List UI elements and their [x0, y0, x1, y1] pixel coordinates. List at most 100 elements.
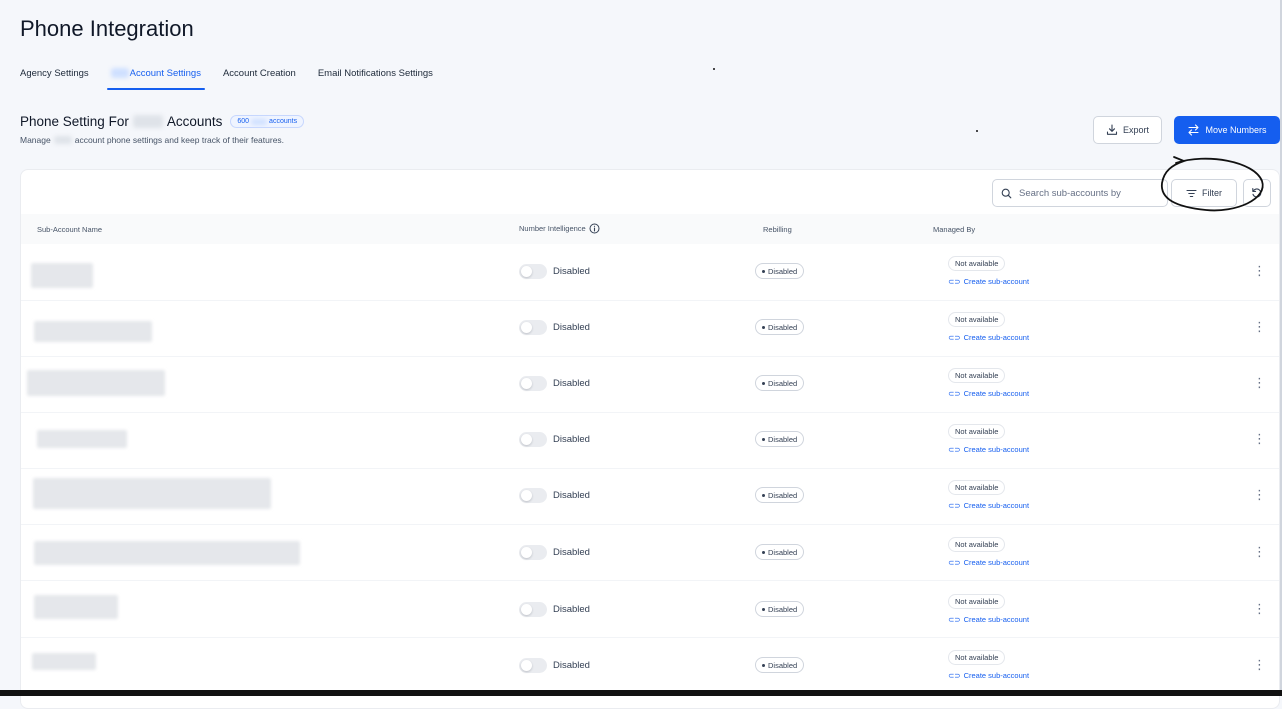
header-sub-account-name[interactable]: Sub-Account Name [37, 225, 102, 234]
status-dot [762, 437, 765, 441]
search-input[interactable] [1017, 186, 1151, 200]
redacted-account-name [34, 595, 118, 619]
create-sub-account-link[interactable]: ⊂⊃ Create sub-account [948, 333, 1029, 342]
section-subtitle: Manage account phone settings and keep t… [20, 135, 284, 145]
badge-text: Disabled [768, 547, 798, 557]
kebab-menu-icon[interactable]: ⋮ [1253, 432, 1266, 445]
move-numbers-button[interactable]: Move Numbers [1174, 116, 1280, 144]
rebilling-status-badge: Disabled [755, 657, 805, 673]
number-intelligence-toggle[interactable] [519, 320, 547, 335]
section-title-suffix: Accounts [166, 114, 223, 129]
link-label: Create sub-account [963, 333, 1030, 342]
toggle-label: Disabled [553, 378, 590, 389]
managed-by-badge: Not available [948, 537, 1006, 552]
link-label: Create sub-account [963, 671, 1030, 680]
tab-account-settings[interactable]: Account Settings [106, 60, 206, 90]
number-intelligence-toggle[interactable] [519, 545, 547, 560]
kebab-menu-icon[interactable]: ⋮ [1253, 545, 1266, 558]
toggle-label: Disabled [553, 660, 590, 671]
table-row[interactable]: Disabled Disabled Not available ⊂⊃ Create… [21, 300, 1279, 357]
create-sub-account-link[interactable]: ⊂⊃ Create sub-account [948, 389, 1029, 398]
sub-accounts-table-card: Filter Sub-Account Name Number Intellige… [20, 156, 1280, 709]
accounts-count-badge: 600 accounts [230, 115, 305, 128]
redacted-text [110, 68, 129, 79]
number-intelligence-toggle[interactable] [519, 264, 547, 279]
number-intelligence-toggle[interactable] [519, 376, 547, 391]
status-dot [762, 493, 765, 497]
search-box[interactable] [992, 179, 1168, 207]
table-row[interactable]: Disabled Disabled Not available ⊂⊃ Create… [21, 412, 1279, 469]
table-row[interactable]: Disabled Disabled Not available ⊂⊃ Create… [21, 581, 1279, 638]
kebab-menu-icon[interactable]: ⋮ [1253, 320, 1266, 333]
badge-text: Disabled [768, 660, 798, 670]
table-row[interactable]: Disabled Disabled Not available ⊂⊃ Create… [21, 468, 1279, 525]
subtitle-prefix: Manage [20, 135, 51, 145]
header-number-intelligence[interactable]: Number Intelligence [519, 223, 600, 234]
table-row[interactable]: Disabled Disabled Not available ⊂⊃ Create… [21, 356, 1279, 413]
create-sub-account-link[interactable]: ⊂⊃ Create sub-account [948, 671, 1029, 680]
table-row[interactable]: Disabled Disabled Not available ⊂⊃ Create… [21, 524, 1279, 581]
number-intelligence-toggle[interactable] [519, 488, 547, 503]
create-sub-account-link[interactable]: ⊂⊃ Create sub-account [948, 558, 1029, 567]
badge-text: Disabled [768, 378, 798, 388]
toggle-label: Disabled [553, 547, 590, 558]
create-sub-account-link[interactable]: ⊂⊃ Create sub-account [948, 615, 1029, 624]
kebab-menu-icon[interactable]: ⋮ [1253, 264, 1266, 277]
managed-by-badge: Not available [948, 594, 1006, 609]
move-numbers-label: Move Numbers [1205, 125, 1267, 135]
link-label: Create sub-account [963, 445, 1030, 454]
tab-agency-settings[interactable]: Agency Settings [20, 60, 89, 90]
tab-email-notifications[interactable]: Email Notifications Settings [318, 60, 433, 90]
table-row[interactable]: Disabled Disabled Not available ⊂⊃ Create… [21, 244, 1279, 301]
settings-tabs: Agency Settings Account Settings Account… [20, 60, 455, 90]
redacted-text [132, 115, 163, 128]
phone-integration-page: Phone Integration Agency Settings Accoun… [0, 0, 1282, 709]
table-row[interactable]: Disabled Disabled Not available ⊂⊃ Create… [21, 637, 1279, 694]
badge-text: Disabled [768, 322, 798, 332]
status-dot [762, 663, 765, 667]
redacted-text [251, 118, 268, 125]
stray-dot [976, 130, 978, 132]
create-sub-account-link[interactable]: ⊂⊃ Create sub-account [948, 445, 1029, 454]
link-label: Create sub-account [963, 501, 1030, 510]
number-intelligence-toggle[interactable] [519, 602, 547, 617]
tab-account-creation[interactable]: Account Creation [223, 60, 296, 90]
kebab-menu-icon[interactable]: ⋮ [1253, 488, 1266, 501]
header-managed-by[interactable]: Managed By [933, 225, 975, 234]
link-icon: ⊂⊃ [948, 501, 961, 510]
link-icon: ⊂⊃ [948, 558, 961, 567]
managed-by-badge: Not available [948, 368, 1006, 383]
section-title-prefix: Phone Setting For [20, 114, 129, 129]
redacted-account-name [31, 263, 93, 288]
badge-text: Disabled [768, 604, 798, 614]
status-dot [762, 381, 765, 385]
redacted-account-name [34, 321, 152, 342]
header-rebilling[interactable]: Rebilling [763, 225, 792, 234]
number-intelligence-toggle[interactable] [519, 432, 547, 447]
number-intelligence-toggle[interactable] [519, 658, 547, 673]
redacted-account-name [32, 653, 96, 670]
export-button[interactable]: Export [1093, 116, 1162, 144]
link-icon: ⊂⊃ [948, 615, 961, 624]
subtitle-suffix: account phone settings and keep track of… [74, 135, 285, 145]
tab-label: Account Settings [129, 68, 201, 79]
stray-dot [713, 68, 715, 70]
managed-by-badge: Not available [948, 480, 1006, 495]
rebilling-status-badge: Disabled [755, 487, 805, 503]
redacted-account-name [37, 430, 127, 448]
link-icon: ⊂⊃ [948, 389, 961, 398]
create-sub-account-link[interactable]: ⊂⊃ Create sub-account [948, 277, 1029, 286]
header-label: Rebilling [763, 225, 792, 234]
redacted-text [53, 136, 72, 144]
table-header-row: Sub-Account Name Number Intelligence Reb… [21, 214, 1279, 244]
kebab-menu-icon[interactable]: ⋮ [1253, 602, 1266, 615]
info-icon[interactable] [589, 223, 600, 234]
search-icon [1001, 188, 1012, 198]
create-sub-account-link[interactable]: ⊂⊃ Create sub-account [948, 501, 1029, 510]
page-title: Phone Integration [20, 16, 194, 41]
kebab-menu-icon[interactable]: ⋮ [1253, 658, 1266, 671]
header-label: Number Intelligence [519, 224, 586, 233]
kebab-menu-icon[interactable]: ⋮ [1253, 376, 1266, 389]
link-label: Create sub-account [963, 558, 1030, 567]
badge-word: accounts [269, 118, 298, 125]
